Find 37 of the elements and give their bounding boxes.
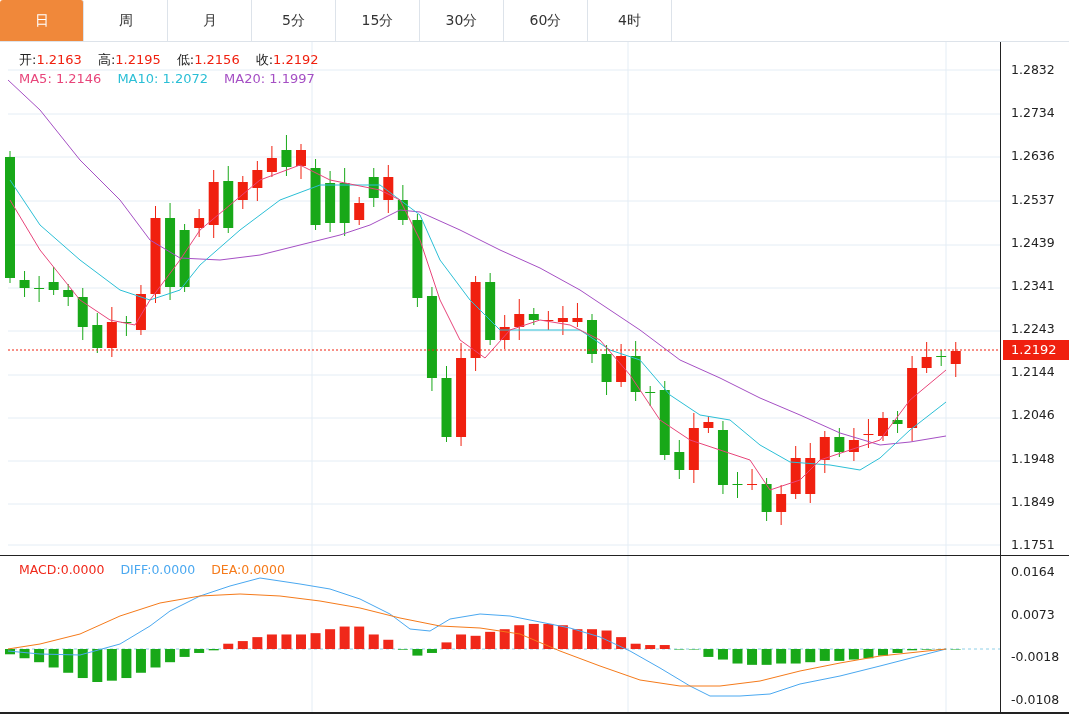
ma-label: MA5:: [19, 71, 52, 86]
macd-value: 0.0000: [151, 562, 196, 577]
price-tick: 1.2341: [1010, 277, 1056, 294]
ma-value: 1.2072: [162, 71, 209, 86]
price-tick: 1.2243: [1010, 321, 1056, 338]
price-tick: 1.2439: [1010, 234, 1056, 251]
ma-value: 1.1997: [269, 71, 315, 86]
ohlc-label: 开:: [19, 52, 37, 67]
macd-label: MACD:: [19, 562, 61, 577]
macd-value: 0.0000: [60, 562, 105, 577]
ohlc-value: 1.2163: [36, 52, 82, 67]
price-tick: 1.1948: [1010, 450, 1056, 467]
macd-value: 0.0000: [241, 562, 285, 577]
ma-label: MA10:: [117, 71, 159, 86]
macd-tick: 0.0164: [1010, 564, 1056, 580]
macd-tick: -0.0018: [1010, 649, 1061, 666]
ohlc-label: 高:: [97, 52, 116, 67]
macd-label: DEA:: [211, 562, 242, 577]
macd-tick: -0.0108: [1010, 691, 1061, 708]
price-tick: 1.2144: [1010, 364, 1056, 381]
current-price-badge: 1.2192: [1003, 340, 1069, 360]
price-tick: 1.1751: [1010, 536, 1056, 553]
price-tick: 1.1849: [1010, 493, 1056, 510]
ohlc-label: 收:: [255, 52, 274, 67]
price-tick: 1.2537: [1010, 191, 1056, 208]
price-tick: 1.2734: [1010, 105, 1056, 122]
ohlc-value: 1.2195: [115, 52, 161, 67]
ma-value: 1.2146: [55, 71, 102, 86]
macd-tick: 0.0073: [1010, 606, 1056, 623]
macd-label: DIFF:: [120, 562, 152, 577]
ohlc-value: 1.2192: [273, 52, 319, 67]
ohlc-label: 低:: [176, 52, 195, 67]
price-tick: 1.2636: [1010, 148, 1056, 165]
ohlc-value: 1.2156: [194, 52, 240, 67]
ma-label: MA20:: [224, 71, 266, 86]
price-tick: 1.2046: [1010, 407, 1056, 424]
price-tick: 1.2832: [1010, 62, 1056, 78]
